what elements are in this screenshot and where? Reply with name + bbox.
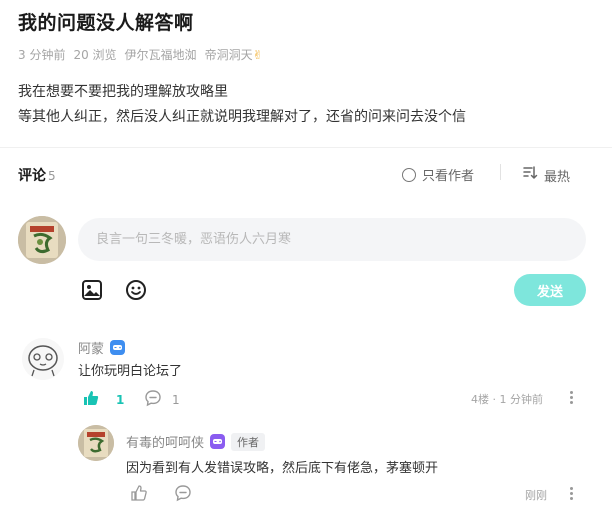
post-views: 20 浏览: [73, 48, 117, 62]
like-button[interactable]: [130, 484, 148, 505]
comment-bubble-icon: [174, 484, 192, 505]
more-icon[interactable]: [564, 486, 578, 500]
thumbs-up-icon: [82, 389, 100, 410]
comments-label: 评论: [18, 168, 46, 184]
post-meta: 3 分钟前 20 浏览 伊尔瓦福地洳 帝洞洞天✌: [18, 46, 263, 63]
avatar[interactable]: [22, 338, 64, 380]
radio-icon: [402, 167, 416, 182]
divider: [0, 147, 612, 148]
like-button[interactable]: 1: [82, 389, 124, 410]
comment-text: 让你玩明白论坛了: [78, 364, 183, 379]
gamepad-badge-icon: [110, 340, 126, 355]
gamepad-badge-icon: [210, 434, 226, 449]
comments-heading: 评论 5: [18, 165, 56, 185]
post-body: 我在想要不要把我的理解放攻略里 等其他人纠正，然后没人纠正就说明我理解对了，还省…: [18, 80, 466, 130]
hand-icon: ✌: [252, 48, 263, 62]
like-count: 1: [116, 392, 125, 407]
comment-input[interactable]: [78, 218, 586, 261]
send-button[interactable]: 发送: [514, 274, 586, 306]
comment-author[interactable]: 阿蒙: [78, 338, 126, 357]
comment-author-name: 阿蒙: [78, 342, 105, 357]
image-icon[interactable]: [81, 279, 103, 301]
avatar[interactable]: [78, 425, 114, 461]
post-time: 3 分钟前: [18, 48, 66, 62]
emoji-icon[interactable]: [125, 279, 147, 301]
sort-icon: [522, 165, 538, 185]
comment-floor-time: 4楼 · 1 分钟前: [471, 393, 543, 406]
sort-hot-button[interactable]: 最热: [522, 165, 570, 185]
reply-button[interactable]: [174, 484, 192, 505]
sort-label: 最热: [544, 169, 571, 185]
avatar[interactable]: [18, 216, 66, 264]
comments-count: 5: [48, 169, 56, 183]
thumbs-up-icon: [130, 484, 148, 505]
comment-bubble-icon: [144, 389, 162, 410]
post-forum[interactable]: 帝洞洞天✌: [205, 46, 263, 63]
post-body-line: 等其他人纠正，然后没人纠正就说明我理解对了，还省的问来问去没个信: [18, 109, 466, 125]
reply-author-name: 有毒的呵呵侠: [126, 436, 205, 451]
post-body-line: 我在想要不要把我的理解放攻略里: [18, 84, 228, 100]
reply-count: 1: [172, 392, 180, 407]
only-author-toggle[interactable]: 只看作者: [402, 165, 474, 184]
post-location[interactable]: 伊尔瓦福地洳: [125, 46, 197, 63]
reply-text: 因为看到有人发错误攻略，然后底下有佬急，茅塞顿开: [126, 461, 439, 476]
post-forum-label: 帝洞洞天: [204, 48, 253, 62]
more-icon[interactable]: [564, 390, 578, 404]
post-title: 我的问题没人解答啊: [18, 12, 194, 34]
only-author-label: 只看作者: [422, 169, 475, 184]
reply-button[interactable]: 1: [144, 389, 180, 410]
reply-time: 刚刚: [525, 489, 547, 502]
divider: [500, 164, 501, 180]
author-tag: 作者: [231, 432, 266, 451]
reply-author[interactable]: 有毒的呵呵侠 作者: [126, 432, 266, 451]
